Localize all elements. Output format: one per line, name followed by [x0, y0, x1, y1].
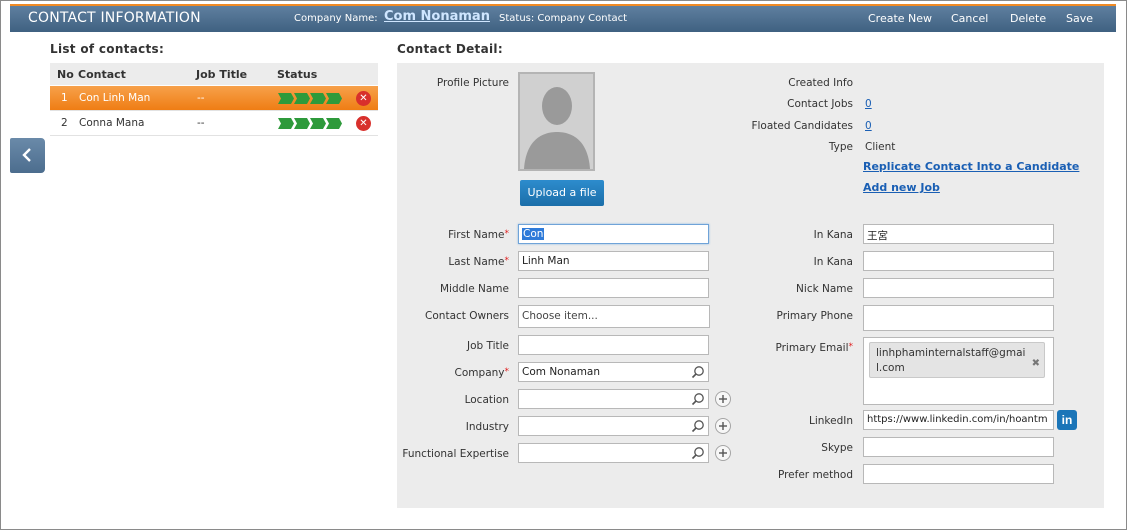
remove-contact-icon[interactable]: ✕ — [356, 91, 371, 106]
column-header-contact: Contact — [78, 68, 126, 81]
primary-phone-field[interactable] — [863, 305, 1054, 331]
last-name-field[interactable]: Linh Man — [518, 251, 709, 271]
row-contact-name: Con Linh Man — [79, 92, 151, 104]
profile-picture-label: Profile Picture — [436, 77, 509, 89]
status-text: Status: Company Contact — [499, 13, 628, 24]
email-tag: linhphaminternalstaff@gmail.com ✖ — [869, 342, 1045, 378]
row-job-title: -- — [197, 92, 205, 104]
functional-expertise-label: Functional Expertise — [402, 448, 509, 460]
row-contact-name: Conna Mana — [79, 117, 145, 129]
upload-file-button[interactable]: Upload a file — [520, 180, 604, 206]
floated-candidates-count-link[interactable]: 0 — [865, 120, 872, 132]
contact-owners-label: Contact Owners — [425, 310, 509, 322]
column-header-no: No — [57, 68, 74, 81]
header-bar: CONTACT INFORMATION Company Name: Com No… — [10, 4, 1116, 32]
replicate-contact-link[interactable]: Replicate Contact Into a Candidate — [863, 160, 1079, 173]
add-new-job-link[interactable]: Add new Job — [863, 181, 940, 194]
company-label: Company* — [454, 367, 509, 379]
functional-expertise-field[interactable] — [518, 443, 709, 463]
contact-owners-select[interactable]: Choose item... — [518, 305, 710, 328]
type-label: Type — [828, 141, 853, 153]
skype-label: Skype — [821, 442, 853, 454]
job-title-label: Job Title — [466, 340, 509, 352]
location-label: Location — [464, 394, 509, 406]
floated-candidates-label: Floated Candidates — [751, 120, 853, 132]
primary-email-label: Primary Email* — [775, 342, 853, 354]
company-name-label: Company Name: — [294, 13, 378, 24]
contacts-table-header: No Contact Job Title Status — [50, 63, 378, 85]
email-tag-text: linhphaminternalstaff@gmail.com — [876, 347, 1026, 374]
first-name-label: First Name* — [448, 229, 509, 241]
delete-button[interactable]: Delete — [1010, 12, 1046, 25]
chevron-left-icon — [22, 148, 31, 162]
remove-email-icon[interactable]: ✖ — [1032, 356, 1040, 371]
job-title-field[interactable] — [518, 335, 709, 355]
save-button[interactable]: Save — [1066, 12, 1093, 25]
linkedin-label: LinkedIn — [808, 415, 853, 427]
collapse-panel-button[interactable] — [10, 138, 45, 173]
row-number: 2 — [61, 117, 68, 129]
first-name-field[interactable]: Con — [518, 224, 709, 244]
created-info-label: Created Info — [788, 77, 853, 89]
type-value: Client — [865, 141, 896, 153]
column-header-status: Status — [277, 68, 318, 81]
status-pipeline-icon — [278, 93, 342, 104]
nick-name-label: Nick Name — [796, 283, 853, 295]
linkedin-icon[interactable]: in — [1057, 410, 1077, 430]
remove-contact-icon[interactable]: ✕ — [356, 116, 371, 131]
plus-icon — [719, 395, 727, 403]
row-job-title: -- — [197, 117, 205, 129]
cancel-button[interactable]: Cancel — [951, 12, 988, 25]
status-pipeline-icon — [278, 118, 342, 129]
column-header-job-title: Job Title — [196, 68, 248, 81]
primary-email-field[interactable]: linhphaminternalstaff@gmail.com ✖ — [863, 337, 1054, 405]
contact-jobs-count-link[interactable]: 0 — [865, 98, 872, 110]
industry-field[interactable] — [518, 416, 709, 436]
search-icon[interactable] — [691, 392, 705, 406]
linkedin-field[interactable]: https://www.linkedin.com/in/hoantm — [863, 410, 1054, 430]
avatar — [518, 72, 595, 171]
create-new-button[interactable]: Create New — [868, 12, 932, 25]
skype-field[interactable] — [863, 437, 1054, 457]
nick-name-field[interactable] — [863, 278, 1054, 298]
table-row[interactable]: 1 Con Linh Man -- ✕ — [50, 86, 378, 111]
table-row[interactable]: 2 Conna Mana -- ✕ — [50, 111, 378, 136]
in-kana-field[interactable]: 王宮 — [863, 224, 1054, 244]
person-silhouette-icon — [520, 74, 593, 169]
company-name-link[interactable]: Com Nonaman — [384, 9, 490, 24]
contact-detail-title: Contact Detail: — [397, 42, 503, 56]
location-field[interactable] — [518, 389, 709, 409]
search-icon[interactable] — [691, 365, 705, 379]
in-kana-label: In Kana — [813, 256, 853, 268]
company-field-value: Com Nonaman — [522, 366, 601, 378]
middle-name-label: Middle Name — [440, 283, 509, 295]
in-kana-field[interactable] — [863, 251, 1054, 271]
last-name-label: Last Name* — [448, 256, 509, 268]
prefer-method-label: Prefer method — [777, 469, 853, 481]
industry-label: Industry — [465, 421, 509, 433]
company-field[interactable]: Com Nonaman — [518, 362, 709, 382]
primary-phone-label: Primary Phone — [776, 310, 853, 322]
row-number: 1 — [61, 92, 68, 104]
add-location-button[interactable] — [715, 391, 731, 407]
page-title: CONTACT INFORMATION — [28, 10, 201, 26]
prefer-method-field[interactable] — [863, 464, 1054, 484]
contact-jobs-label: Contact Jobs — [787, 98, 853, 110]
contacts-list-title: List of contacts: — [50, 42, 165, 56]
in-kana-label: In Kana — [813, 229, 853, 241]
middle-name-field[interactable] — [518, 278, 709, 298]
